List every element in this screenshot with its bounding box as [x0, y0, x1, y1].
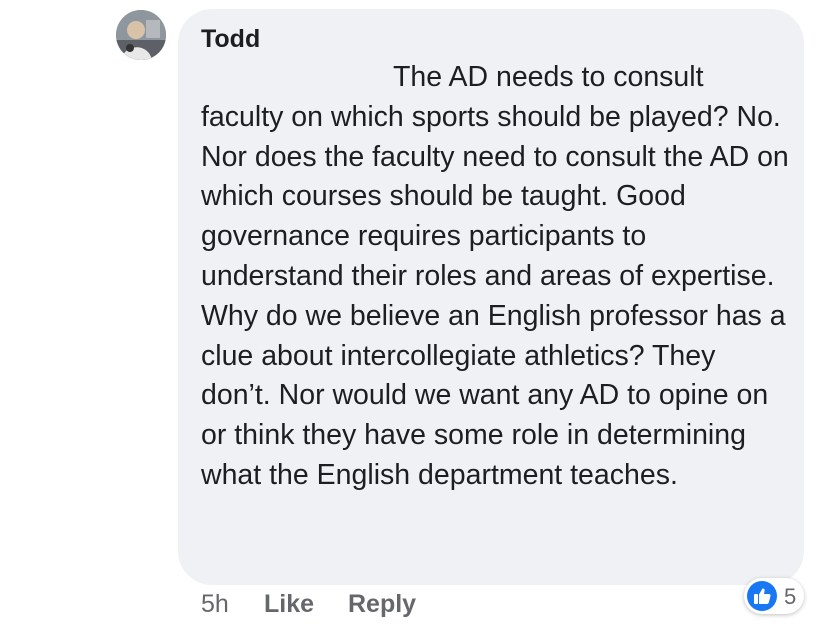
reaction-count: 5 — [784, 584, 797, 609]
comment-text: The AD needs to consult faculty on which… — [201, 58, 791, 496]
avatar[interactable] — [116, 10, 166, 60]
timestamp[interactable]: 5h — [201, 590, 229, 619]
reply-button[interactable]: Reply — [348, 590, 416, 619]
like-button[interactable]: Like — [264, 590, 314, 619]
comment-body: The AD needs to consult faculty on which… — [201, 61, 789, 491]
reaction-summary[interactable]: 5 — [744, 578, 804, 614]
comment-author[interactable]: Todd — [201, 25, 260, 54]
thumbs-up-icon — [747, 581, 777, 611]
